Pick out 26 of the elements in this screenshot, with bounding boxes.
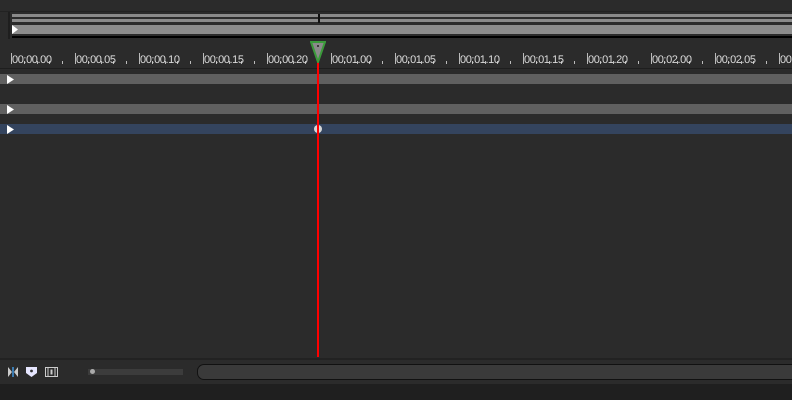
expand-arrow-icon[interactable] (7, 74, 14, 84)
zoom-slider[interactable] (88, 369, 183, 375)
playhead-handle[interactable] (310, 41, 326, 63)
time-label: 00:01.00 (332, 54, 372, 66)
expand-arrow-icon[interactable] (7, 104, 14, 114)
track-bar[interactable] (0, 124, 792, 134)
film-frame-icon[interactable] (45, 367, 58, 377)
time-label: 00:00.00 (12, 54, 52, 66)
snap-icon[interactable] (8, 367, 18, 377)
time-label: 00:00.10 (140, 54, 180, 66)
track-bar[interactable] (0, 74, 792, 84)
time-label: 00:00.05 (76, 54, 116, 66)
time-label: 00:01.15 (524, 54, 564, 66)
expand-arrow-icon[interactable] (7, 124, 14, 134)
track-bar[interactable] (0, 104, 792, 114)
time-label: 00 (780, 54, 792, 66)
time-label: 00:01.20 (588, 54, 628, 66)
time-label: 00:00.20 (268, 54, 308, 66)
horizontal-scrollbar[interactable] (197, 364, 792, 380)
time-label: 00:02.00 (652, 54, 692, 66)
slider-thumb[interactable] (90, 369, 95, 374)
time-label: 00:00.15 (204, 54, 244, 66)
time-label: 00:02.05 (716, 54, 756, 66)
time-label: 00:01.10 (460, 54, 500, 66)
marker-icon[interactable] (26, 367, 37, 377)
time-label: 00:01.05 (396, 54, 436, 66)
